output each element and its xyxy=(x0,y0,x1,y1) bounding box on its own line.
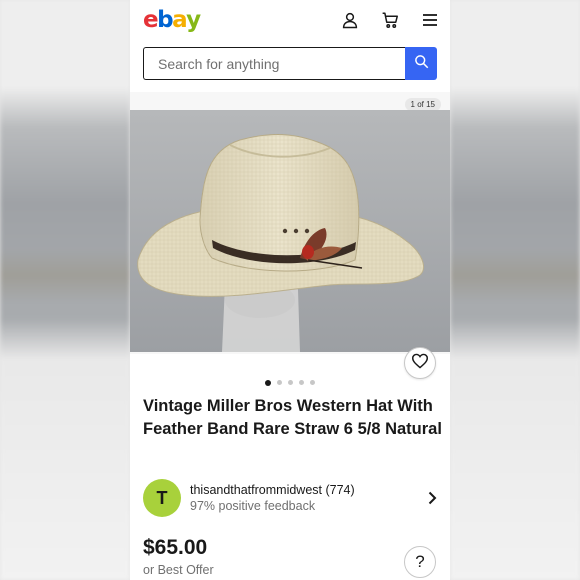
blurred-background-left xyxy=(0,0,130,580)
pagination-dot[interactable] xyxy=(310,380,315,385)
chevron-right-icon[interactable] xyxy=(428,491,440,505)
search-input[interactable]: Search for anything xyxy=(143,47,405,80)
seller-name: thisandthatfrommidwest (774) xyxy=(190,483,355,497)
gallery-pagination xyxy=(130,379,450,386)
cart-icon[interactable] xyxy=(381,11,400,29)
search-button[interactable] xyxy=(405,47,437,80)
pagination-dot[interactable] xyxy=(299,380,304,385)
heart-icon xyxy=(411,353,429,374)
header-actions xyxy=(341,11,438,29)
top-bar: ebay xyxy=(130,0,450,40)
help-button[interactable]: ? xyxy=(404,546,436,578)
menu-icon[interactable] xyxy=(422,13,438,27)
mobile-screen: ebay Search for anything 1 of 15 Vintage… xyxy=(130,0,450,580)
account-icon[interactable] xyxy=(341,11,359,29)
hat-photo xyxy=(130,110,450,352)
question-icon: ? xyxy=(415,552,425,571)
best-offer-label: or Best Offer xyxy=(143,563,214,577)
ebay-logo[interactable]: ebay xyxy=(143,7,201,33)
item-price: $65.00 xyxy=(143,536,208,559)
blurred-background-right xyxy=(450,0,580,580)
image-gallery[interactable]: 1 of 15 xyxy=(130,92,450,354)
seller-avatar: T xyxy=(143,479,181,517)
pagination-dot[interactable] xyxy=(288,380,293,385)
search-bar: Search for anything xyxy=(130,40,450,80)
listing-photo[interactable] xyxy=(130,110,450,352)
listing-title: Vintage Miller Bros Western Hat With Fea… xyxy=(143,397,442,438)
pagination-dot-active[interactable] xyxy=(265,379,271,386)
seller-info[interactable]: T thisandthatfrommidwest (774) 97% posit… xyxy=(143,478,440,518)
search-icon xyxy=(414,54,429,74)
watch-button[interactable] xyxy=(404,347,436,379)
seller-details: thisandthatfrommidwest (774) 97% positiv… xyxy=(190,483,428,513)
pagination-dot[interactable] xyxy=(277,380,282,385)
seller-feedback: 97% positive feedback xyxy=(190,499,316,513)
search-placeholder: Search for anything xyxy=(158,55,280,72)
